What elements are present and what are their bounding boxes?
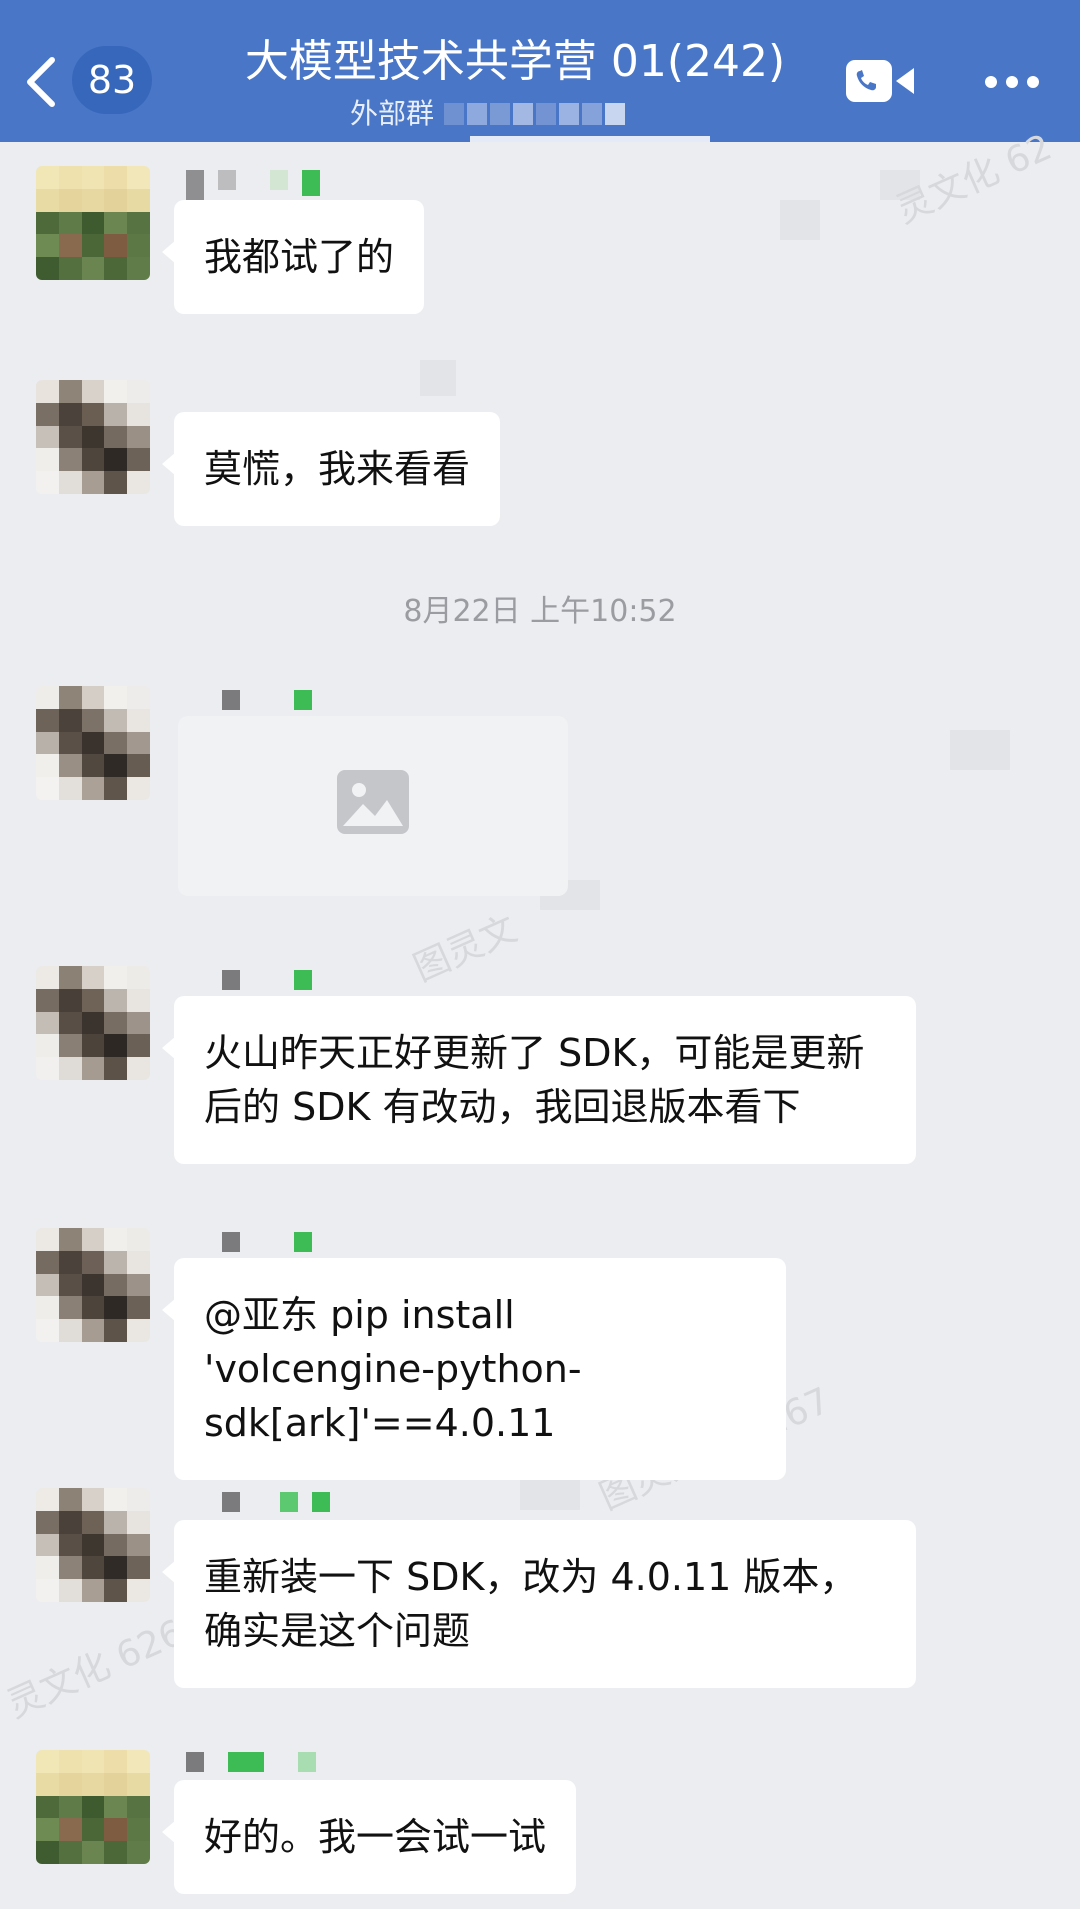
message-bubble[interactable]: 重新装一下 SDK，改为 4.0.11 版本，确实是这个问题 xyxy=(162,1520,916,1688)
back-arrow-icon[interactable] xyxy=(22,52,62,112)
sender-avatar[interactable] xyxy=(36,1488,150,1602)
sender-name-blurred xyxy=(186,1492,330,1512)
blur-artifact xyxy=(950,730,1010,770)
blur-artifact xyxy=(420,360,456,396)
group-title[interactable]: 大模型技术共学营 01(242) xyxy=(160,30,870,94)
sender-name-blurred xyxy=(186,170,320,204)
sender-avatar[interactable] xyxy=(36,686,150,800)
image-placeholder-icon xyxy=(337,770,409,834)
unread-count-badge[interactable]: 83 xyxy=(72,46,152,114)
chat-header: 83 大模型技术共学营 01(242) 外部群 xyxy=(0,0,1080,142)
blur-artifact xyxy=(780,200,820,240)
watermark: 图灵文 xyxy=(407,908,524,990)
message-timestamp: 8月22日 上午10:52 xyxy=(403,594,677,629)
message-bubble[interactable]: 莫慌，我来看看 xyxy=(161,412,501,526)
sender-avatar[interactable] xyxy=(36,380,150,494)
blur-artifact xyxy=(520,1480,580,1510)
image-message[interactable] xyxy=(178,716,568,896)
sender-name-blurred xyxy=(186,1752,316,1772)
blurred-subtitle-mosaic xyxy=(444,103,626,125)
sender-avatar[interactable] xyxy=(36,966,150,1080)
message-bubble[interactable]: 火山昨天正好更新了 SDK，可能是更新后的 SDK 有改动，我回退版本看下 xyxy=(162,996,916,1164)
video-call-icon[interactable] xyxy=(846,58,916,104)
message-bubble[interactable]: @亚东 pip install 'volcengine-python-sdk[a… xyxy=(162,1258,786,1480)
sender-name-blurred xyxy=(186,690,312,710)
group-subtitle: 外部群 xyxy=(350,97,435,130)
watermark: 灵文化 626 xyxy=(1,1612,190,1727)
sender-avatar[interactable] xyxy=(36,1750,150,1864)
sender-avatar[interactable] xyxy=(36,166,150,280)
header-highlight-bar xyxy=(470,136,710,142)
sender-avatar[interactable] xyxy=(36,1228,150,1342)
chat-screen: 83 大模型技术共学营 01(242) 外部群 灵文化 62 图灵文 灵文化 6… xyxy=(0,0,1080,1909)
more-icon[interactable] xyxy=(982,62,1042,102)
message-bubble[interactable]: 好的。我一会试一试 xyxy=(161,1780,577,1894)
group-subtitle-row: 外部群 xyxy=(350,94,626,134)
message-bubble[interactable]: 我都试了的 xyxy=(161,200,425,314)
sender-name-blurred xyxy=(186,1232,312,1252)
sender-name-blurred xyxy=(186,970,312,990)
